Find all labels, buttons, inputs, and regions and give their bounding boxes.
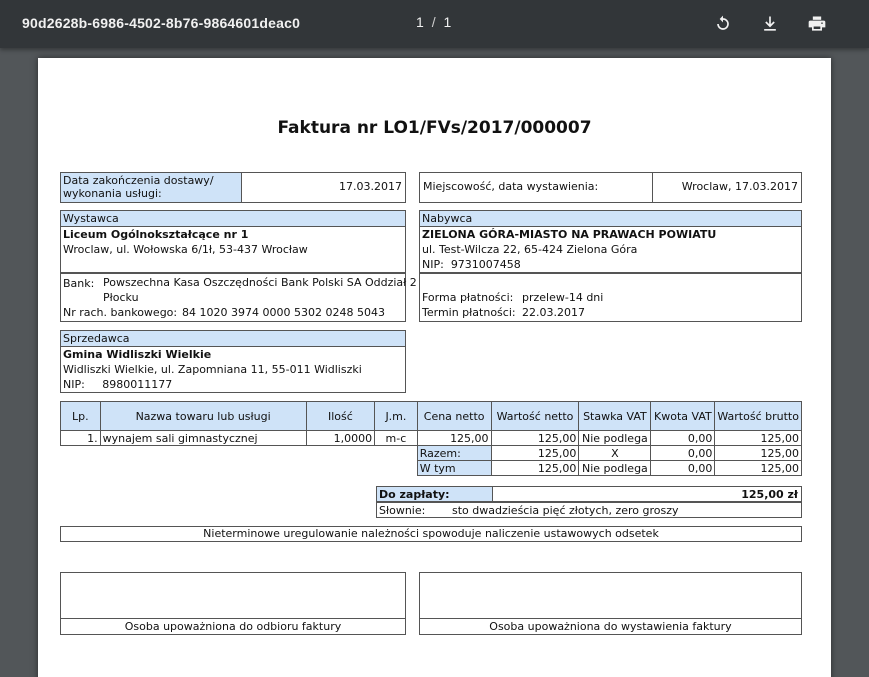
including-vat-rate: Nie podlega [578, 460, 652, 476]
payment-term-label: Termin płatności: [422, 306, 516, 319]
issuer-signature-label: Osoba upoważniona do wystawienia faktury [420, 618, 801, 634]
bank-box: Bank: Powszechna Kasa Oszczędności Bank … [60, 273, 429, 322]
buyer-name: ZIELONA GÓRA-MIASTO NA PRAWACH POWIATU [422, 228, 717, 241]
total-row: Razem: 125,00 X 0,00 125,00 [61, 445, 802, 461]
download-icon [764, 16, 776, 31]
table-header-row: Lp. Nazwa towaru lub usługi Ilość J.m. C… [60, 401, 802, 431]
total-value-gross: 125,00 [714, 445, 802, 461]
items-table: Lp. Nazwa towaru lub usługi Ilość J.m. C… [60, 401, 802, 476]
bank-label: Bank: [63, 277, 95, 290]
row-vat-amount: 0,00 [650, 430, 716, 446]
in-words-box: Słownie: sto dwadzieścia pięć złotych, z… [376, 502, 802, 518]
col-name: Nazwa towaru lub usługi [99, 401, 307, 431]
total-vat-amount: 0,00 [650, 445, 716, 461]
file-name: 90d2628b-6986-4502-8b76-9864601deac0 [22, 15, 301, 31]
to-pay-value: 125,00 zł [741, 488, 798, 501]
seller-address: Widliszki Wielkie, ul. Zapomniana 11, 55… [63, 363, 362, 376]
buyer-nip: NIP: 9731007458 [422, 258, 521, 271]
page-separator: / [431, 14, 436, 30]
download-button[interactable] [758, 12, 782, 36]
page-indicator: 1 / 1 [416, 14, 451, 30]
including-value-gross: 125,00 [714, 460, 802, 476]
seller-header: Sprzedawca [61, 331, 405, 347]
issuer-header: Wystawca [61, 211, 405, 227]
row-value-gross: 125,00 [714, 430, 802, 446]
payment-form-value: przelew-14 dni [522, 291, 604, 304]
col-value-net: Wartość netto [490, 401, 580, 431]
col-unit: J.m. [374, 401, 418, 431]
col-vat-rate: Stawka VAT [578, 401, 652, 431]
seller-box: Sprzedawca Gmina Widliszki Wielkie Widli… [60, 330, 406, 393]
issuer-name: Liceum Ogólnokształcące nr 1 [63, 228, 249, 241]
pdf-viewer-toolbar: 90d2628b-6986-4502-8b76-9864601deac0 1 /… [0, 0, 869, 48]
buyer-box: Nabywca ZIELONA GÓRA-MIASTO NA PRAWACH P… [419, 210, 802, 273]
including-row: W tym 125,00 Nie podlega 0,00 125,00 [61, 460, 802, 476]
including-vat-amount: 0,00 [650, 460, 716, 476]
total-label: Razem: [416, 445, 492, 461]
including-label: W tym [416, 460, 492, 476]
row-lp: 1. [60, 430, 101, 446]
interest-notice: Nieterminowe uregulowanie należności spo… [60, 526, 802, 542]
bank-account-number: 84 1020 3974 0000 5302 0248 5043 [182, 306, 385, 319]
issue-date-value: Wroclaw, 17.03.2017 [681, 180, 798, 193]
invoice-title: Faktura nr LO1/FVs/2017/000007 [277, 118, 592, 138]
row-price-net: 125,00 [416, 430, 492, 446]
issuer-signature-box: Osoba upoważniona do wystawienia faktury [419, 572, 802, 635]
col-value-gross: Wartość brutto [714, 401, 802, 431]
row-unit: m-c [374, 430, 418, 446]
total-value-net: 125,00 [490, 445, 580, 461]
row-vat-rate: Nie podlega [578, 430, 652, 446]
print-icon [808, 16, 826, 31]
col-qty: Ilość [305, 401, 376, 431]
to-pay-label: Do zapłaty: [377, 487, 493, 501]
invoice-page: Faktura nr LO1/FVs/2017/000007 Data zako… [38, 58, 831, 677]
buyer-address: ul. Test-Wilcza 22, 65-424 Zielona Góra [422, 243, 638, 256]
receiver-signature-label: Osoba upoważniona do odbioru faktury [61, 618, 405, 634]
in-words-label: Słownie: [379, 504, 426, 517]
including-value-net: 125,00 [490, 460, 580, 476]
delivery-date-value: 17.03.2017 [339, 180, 402, 193]
col-price-net: Cena netto [416, 401, 492, 431]
seller-nip: NIP: 8980011177 [63, 378, 173, 391]
payment-box: Forma płatności: przelew-14 dni Termin p… [419, 273, 802, 322]
in-words-value: sto dwadzieścia pięć złotych, zero grosz… [452, 504, 679, 517]
rotate-button[interactable] [711, 12, 735, 36]
col-lp: Lp. [60, 401, 101, 431]
row-qty: 1,0000 [305, 430, 376, 446]
buyer-header: Nabywca [420, 211, 801, 227]
payment-term-value: 22.03.2017 [522, 306, 585, 319]
col-vat-amount: Kwota VAT [650, 401, 716, 431]
print-button[interactable] [805, 12, 829, 36]
issuer-address: Wroclaw, ul. Wołowska 6/1ł, 53-437 Wrocł… [63, 243, 308, 256]
rotate-icon [717, 15, 729, 30]
row-name: wynajem sali gimnastycznej [99, 430, 307, 446]
delivery-date-box: Data zakończenia dostawy/ wykonania usłu… [60, 172, 406, 203]
receiver-signature-box: Osoba upoważniona do odbioru faktury [60, 572, 406, 635]
payment-form-label: Forma płatności: [422, 291, 514, 304]
issuer-box: Wystawca Liceum Ogólnokształcące nr 1 Wr… [60, 210, 406, 273]
seller-name: Gmina Widliszki Wielkie [63, 348, 212, 361]
current-page[interactable]: 1 [416, 14, 424, 30]
table-row: 1. wynajem sali gimnastycznej 1,0000 m-c… [60, 430, 802, 446]
to-pay-box: Do zapłaty: 125,00 zł [376, 486, 802, 502]
bank-name: Powszechna Kasa Oszczędności Bank Polski… [103, 276, 430, 304]
issue-date-label: Miejscowość, data wystawienia: [420, 173, 653, 202]
row-value-net: 125,00 [490, 430, 580, 446]
issue-date-box: Miejscowość, data wystawienia: Wroclaw, … [419, 172, 802, 203]
total-vat-rate: X [578, 445, 652, 461]
total-pages: 1 [443, 14, 452, 30]
bank-account-label: Nr rach. bankowego: [63, 306, 178, 319]
delivery-date-label: Data zakończenia dostawy/ wykonania usłu… [61, 173, 242, 202]
